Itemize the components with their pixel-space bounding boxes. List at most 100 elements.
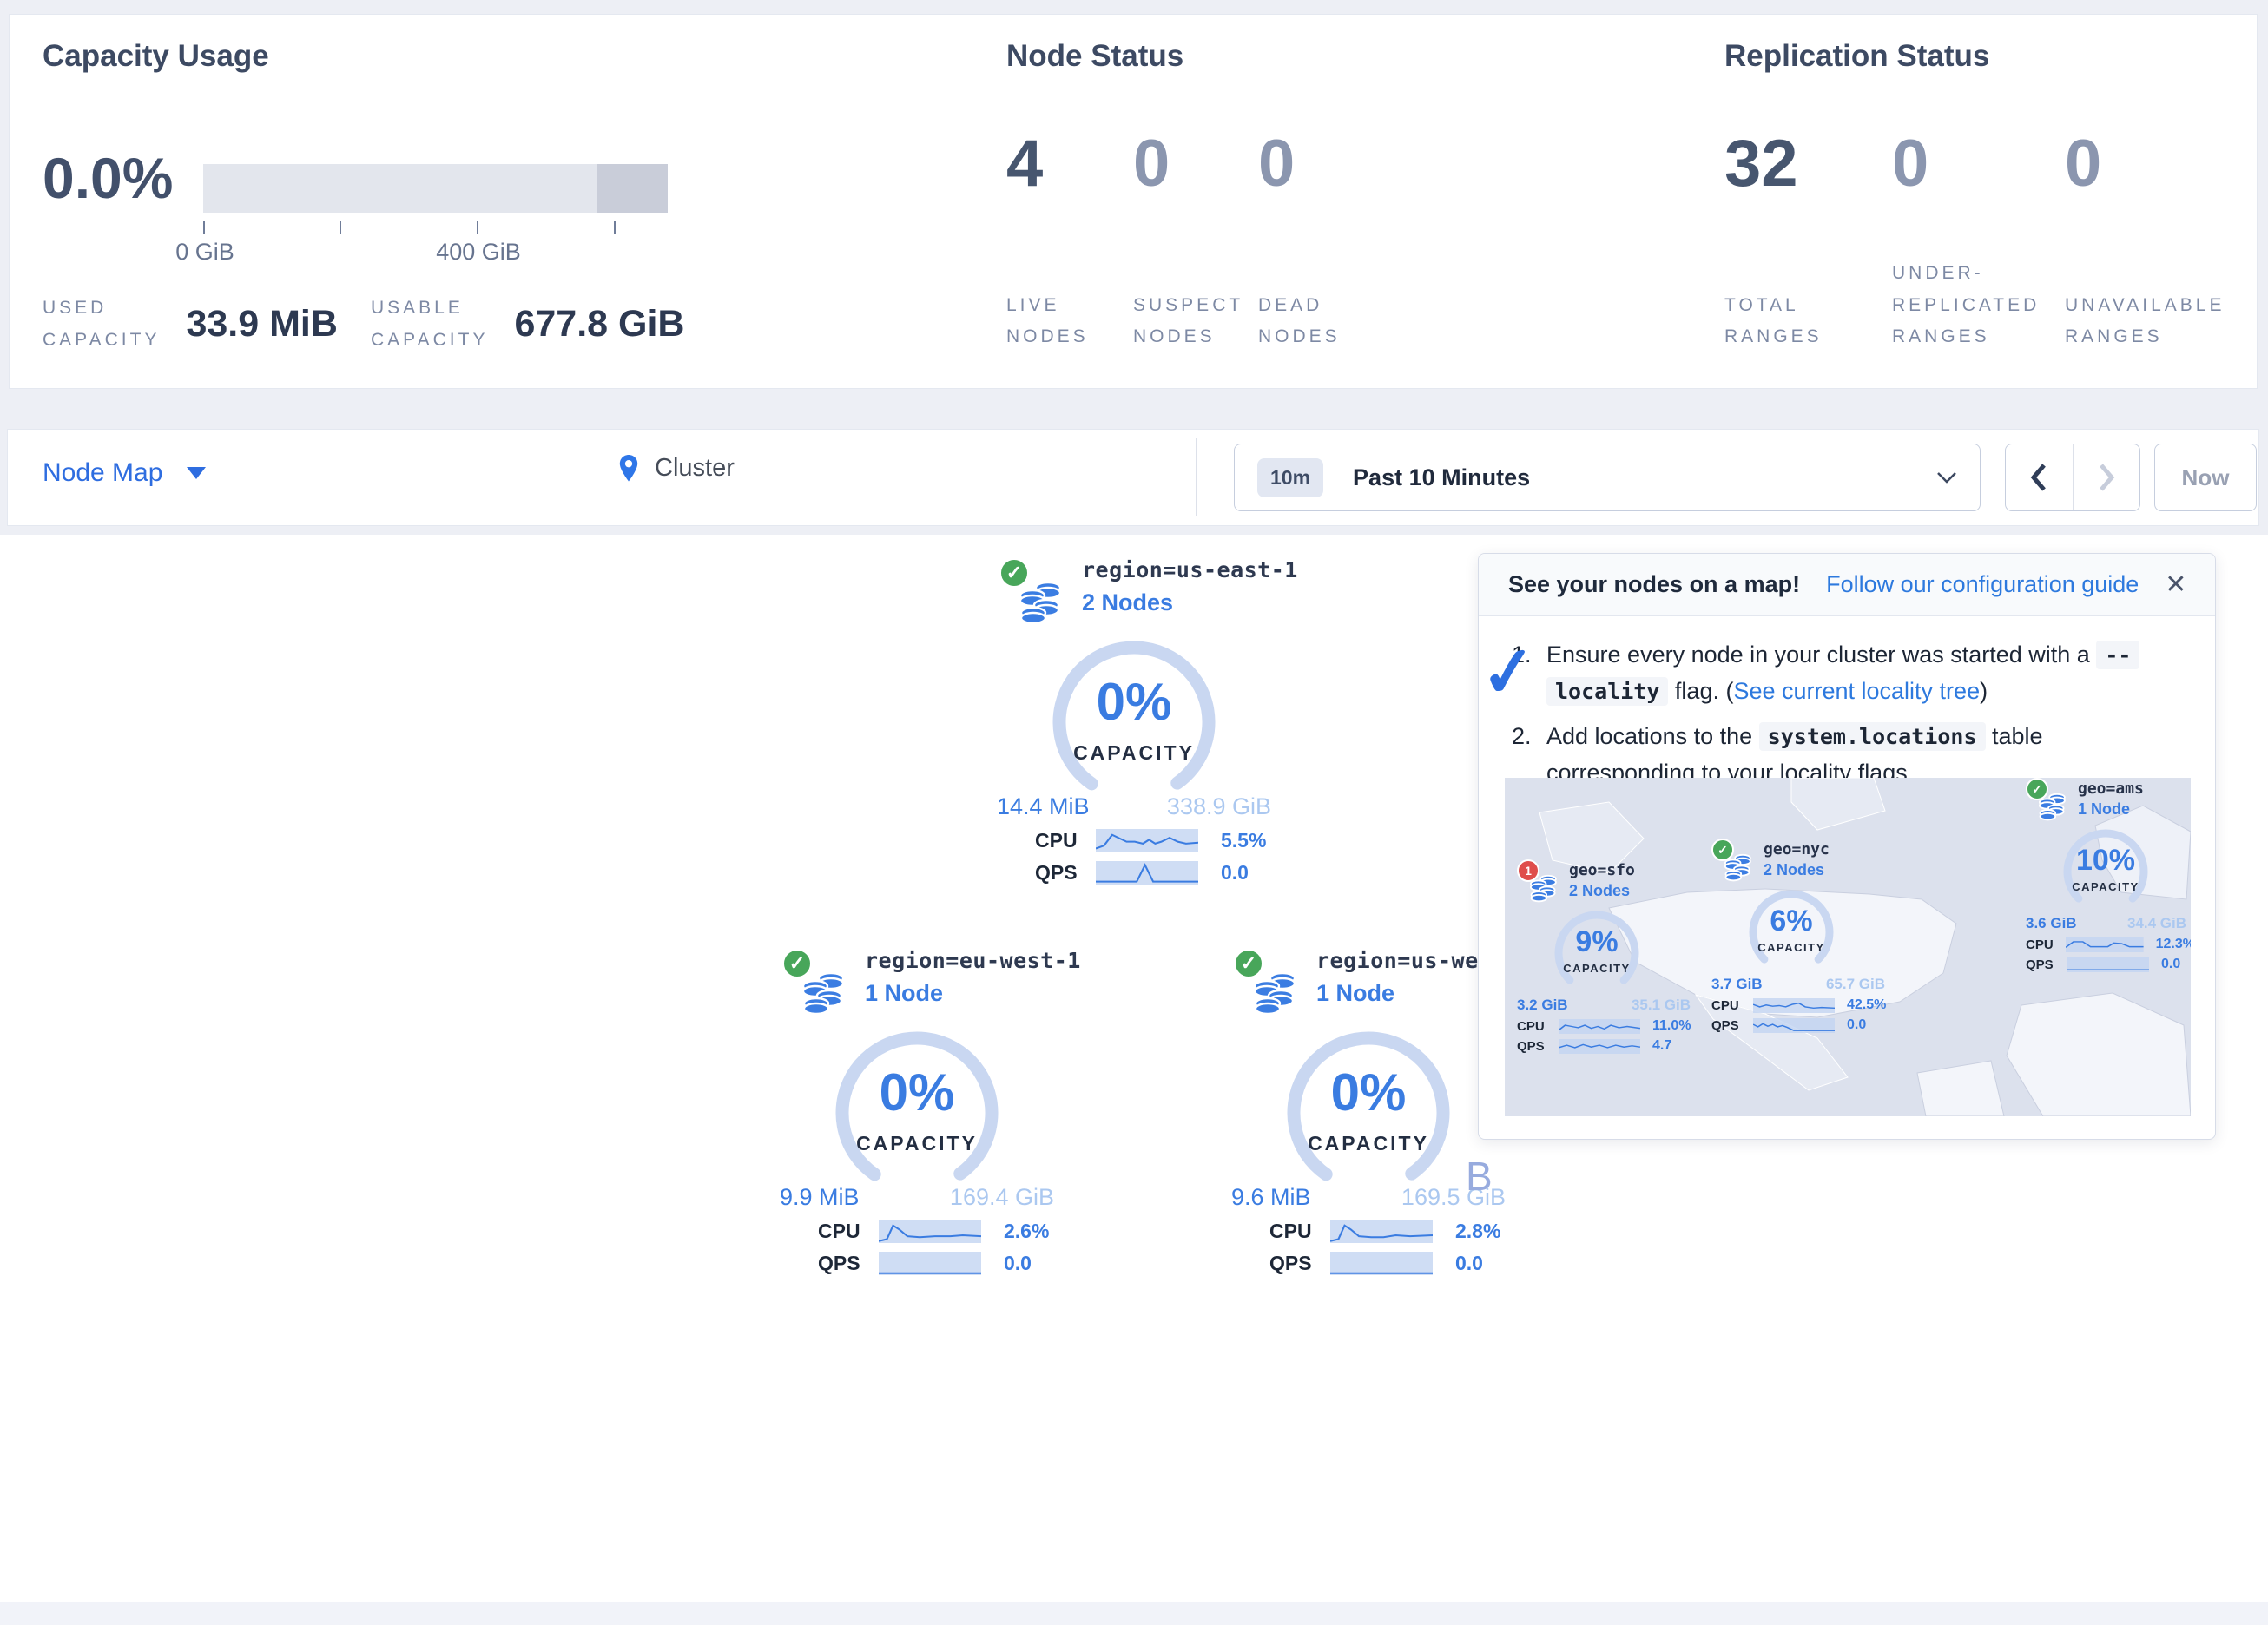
qps-sparkline (2067, 957, 2149, 972)
capacity-bar (203, 164, 668, 213)
map-configuration-guide-panel: See your nodes on a map! Follow our conf… (1478, 553, 2216, 1140)
now-button-label: Now (2182, 464, 2230, 491)
under-replicated-count: 0 (1892, 126, 2065, 201)
region-node-eu-west-1[interactable]: ✓ region=eu-west-1 1 Node 0% CAPACITY 9.… (780, 948, 1054, 1275)
guide-step-1: 1. Ensure every node in your cluster was… (1512, 637, 2182, 710)
status-ok-icon: ✓ (999, 557, 1030, 589)
cpu-row: CPU 12.3% (2026, 937, 2191, 952)
qps-sparkline (1559, 1039, 1640, 1054)
region-node-us-east-1[interactable]: ✓ region=us-east-1 2 Nodes 0% CAPACITY 1… (997, 557, 1271, 885)
node-status-numbers: 4 0 0 (1006, 126, 1295, 201)
geo-node-sfo[interactable]: 1 geo=sfo 2 Nodes (1517, 861, 1704, 1054)
qps-value: 0.0 (1004, 1252, 1032, 1275)
geo-node-nyc[interactable]: ✓ geo=nyc 2 Nodes (1711, 840, 1898, 1033)
capacity-caption: CAPACITY (1273, 1132, 1464, 1155)
capacity-caption: CAPACITY (1737, 941, 1845, 954)
node-status-title: Node Status (1006, 39, 1183, 74)
region-header: ✓ region=us-west-1 1 Node (1231, 948, 1506, 1021)
geo-header: ✓ geo=nyc 2 Nodes (1711, 840, 1898, 884)
qps-sparkline (1096, 861, 1198, 885)
time-prev-button[interactable] (2006, 444, 2074, 510)
capacity-percent: 9% (1543, 925, 1651, 959)
qps-label: QPS (818, 1252, 868, 1275)
qps-row: QPS 4.7 (1517, 1038, 1704, 1054)
total-value: 34.4 GiB (2127, 915, 2186, 932)
capacity-caption: CAPACITY (2052, 880, 2159, 893)
cpu-value: 42.5% (1847, 997, 1886, 1013)
used-value: 3.6 GiB (2026, 915, 2077, 932)
replication-status-title: Replication Status (1724, 39, 1989, 74)
used-value: 3.2 GiB (1517, 997, 1568, 1014)
system-locations-code: system.locations (1759, 722, 1986, 751)
dead-nodes-count: 0 (1258, 126, 1295, 201)
region-node-us-west-1[interactable]: ✓ region=us-west-1 1 Node 0% CAPACITY 9.… (1231, 948, 1506, 1275)
qps-value: 0.0 (1221, 861, 1249, 885)
used-value: 14.4 MiB (997, 793, 1090, 820)
status-warning-badge: 1 (1517, 859, 1539, 882)
dead-nodes-label: DEADNODES (1258, 290, 1341, 354)
capacity-gauge: 9% CAPACITY (1543, 906, 1651, 997)
configuration-guide-link[interactable]: Follow our configuration guide (1826, 571, 2139, 598)
qps-value: 4.7 (1652, 1038, 1671, 1054)
map-background-letter: B (1466, 1153, 1493, 1200)
qps-value: 0.0 (2161, 957, 2180, 972)
cpu-sparkline (1753, 998, 1835, 1013)
close-icon[interactable]: ✕ (2165, 572, 2186, 598)
geo-header: ✓ geo=ams 1 Node (2026, 780, 2191, 823)
capacity-values: 14.4 MiB 338.9 GiB (997, 793, 1271, 820)
qps-label: QPS (1517, 1039, 1553, 1054)
capacity-gauge: 10% CAPACITY (2052, 825, 2159, 915)
cpu-sparkline (1559, 1019, 1640, 1034)
cpu-value: 12.3% (2156, 937, 2191, 952)
total-value: 338.9 GiB (1167, 793, 1271, 820)
cpu-row: CPU 2.8% (1231, 1220, 1506, 1243)
qps-value: 0.0 (1847, 1017, 1866, 1033)
cpu-label: CPU (1035, 829, 1085, 852)
geo-header: 1 geo=sfo 2 Nodes (1517, 861, 1704, 905)
time-next-button[interactable] (2074, 444, 2140, 510)
map-preview: 1 geo=sfo 2 Nodes (1505, 778, 2191, 1116)
cpu-sparkline (2066, 938, 2144, 952)
usable-capacity-stat: USABLE CAPACITY 677.8 GiB (371, 293, 684, 357)
region-header: ✓ region=us-east-1 2 Nodes (997, 557, 1271, 630)
replication-numbers: 32 0 0 (1724, 126, 2101, 201)
capacity-percent: 0% (1038, 672, 1230, 732)
node-status-labels: LIVENODES SUSPECTNODES DEADNODES (1006, 275, 1341, 353)
now-button[interactable]: Now (2154, 444, 2257, 511)
chevron-down-icon (187, 467, 206, 479)
region-node-count: 1 Node (865, 980, 1054, 1007)
time-range-badge: 10m (1257, 458, 1323, 497)
region-name: region=eu-west-1 (865, 948, 1054, 973)
cpu-label: CPU (1517, 1019, 1553, 1034)
time-range-select[interactable]: 10m Past 10 Minutes (1234, 444, 1981, 511)
chevron-right-icon (2098, 463, 2115, 492)
cpu-value: 2.8% (1455, 1220, 1500, 1243)
geo-name: geo=ams (2078, 780, 2191, 798)
qps-row: QPS 0.0 (1231, 1252, 1506, 1275)
geo-node-ams[interactable]: ✓ geo=ams 1 Node (2026, 780, 2191, 972)
qps-sparkline (1753, 1018, 1835, 1033)
guide-title: See your nodes on a map! (1508, 571, 1800, 598)
time-range-label: Past 10 Minutes (1353, 464, 1530, 491)
view-toolbar: Node Map Cluster 10m Past 10 Minutes Now (7, 429, 2259, 526)
usable-capacity-label: USABLE CAPACITY (371, 293, 488, 357)
breadcrumb[interactable]: Cluster (618, 454, 735, 483)
view-selector-dropdown[interactable]: Node Map (43, 458, 206, 488)
cpu-sparkline (1096, 829, 1198, 852)
total-ranges-label: TOTALRANGES (1724, 290, 1892, 354)
capacity-tick-400: 400 GiB (436, 239, 521, 266)
guide-body: ✓ 1. Ensure every node in your cluster w… (1479, 616, 2215, 791)
cpu-row: CPU 42.5% (1711, 997, 1898, 1013)
guide-header: See your nodes on a map! Follow our conf… (1479, 554, 2215, 616)
cluster-summary-panel: Capacity Usage 0.0% 0 GiB 400 GiB USED C… (9, 14, 2258, 389)
used-capacity-label: USED CAPACITY (43, 293, 160, 357)
locality-tree-link[interactable]: See current locality tree (1733, 678, 1980, 704)
geo-node-count: 1 Node (2078, 800, 2191, 819)
time-pager (2005, 444, 2140, 511)
geo-node-count: 2 Nodes (1764, 861, 1898, 879)
qps-value: 0.0 (1455, 1252, 1483, 1275)
capacity-values: 3.2 GiB 35.1 GiB (1517, 997, 1691, 1014)
capacity-percent: 6% (1737, 905, 1845, 938)
capacity-bar-reserved-segment (597, 164, 668, 213)
cpu-value: 5.5% (1221, 829, 1266, 852)
